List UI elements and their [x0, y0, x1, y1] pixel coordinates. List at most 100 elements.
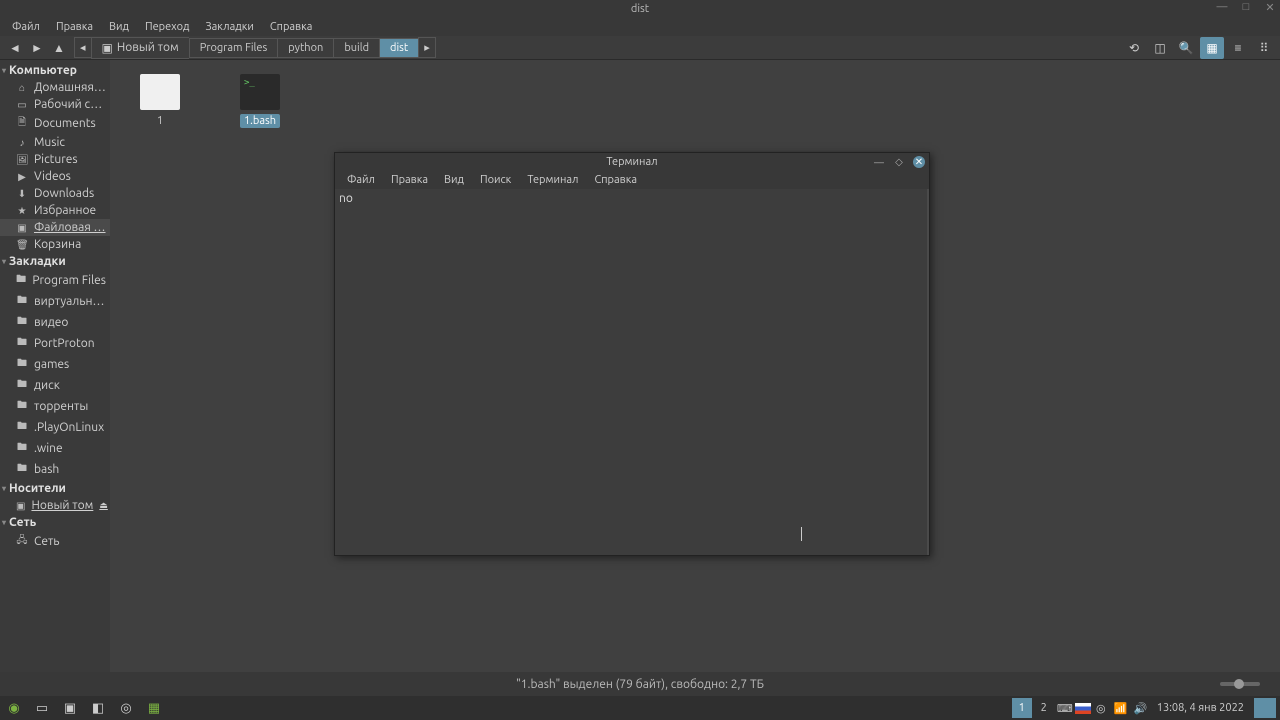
sidebar-item-games[interactable]: 🖿games: [0, 354, 110, 375]
sidebar-item-program-files[interactable]: 🖿Program Files: [0, 270, 110, 291]
sidebar-item-volume[interactable]: ▣Новый том⏏: [0, 497, 110, 514]
sidebar-item-home[interactable]: ⌂Домашняя…: [0, 79, 110, 96]
sidebar-item-videos[interactable]: ▶Videos: [0, 168, 110, 185]
crumb-1[interactable]: Program Files: [189, 38, 278, 58]
nav-up-button[interactable]: ▲: [48, 38, 70, 58]
tray-keyboard-icon[interactable]: ⌨: [1055, 696, 1075, 720]
terminal-menu-help[interactable]: Справка: [587, 173, 646, 187]
terminal-menu-edit[interactable]: Правка: [383, 173, 436, 187]
terminal-menu-search[interactable]: Поиск: [472, 173, 519, 187]
tray-volume-icon[interactable]: 🔊: [1131, 696, 1151, 720]
terminal-menu-file[interactable]: Файл: [339, 173, 383, 187]
sidebar-item-video[interactable]: 🖿видео: [0, 312, 110, 333]
sidebar-item-torrents[interactable]: 🖿торренты: [0, 396, 110, 417]
file-item[interactable]: 1: [130, 74, 190, 128]
text-file-icon: [140, 74, 180, 110]
statusbar: "1.bash" выделен (79 байт), свободно: 2,…: [0, 672, 1280, 696]
sidebar-section-media[interactable]: ▾Носители: [0, 480, 110, 497]
menu-edit[interactable]: Правка: [48, 19, 101, 35]
tray-flag-icon[interactable]: [1075, 703, 1091, 714]
menu-view[interactable]: Вид: [101, 19, 137, 35]
terminal-menu-terminal[interactable]: Терминал: [519, 173, 586, 187]
sidebar-item-filesystem[interactable]: ▣Файловая …: [0, 219, 110, 236]
terminal-close-button[interactable]: ✕: [913, 156, 925, 168]
terminal-minimize-button[interactable]: —: [873, 156, 885, 168]
crumb-2[interactable]: python: [277, 38, 333, 58]
crumb-root[interactable]: ▣ Новый том: [91, 37, 189, 59]
show-desktop-button[interactable]: [1254, 698, 1276, 718]
compact-view-icon[interactable]: ⠿: [1252, 37, 1276, 59]
sidebar-item-pictures[interactable]: 🖼Pictures: [0, 151, 110, 168]
folder-icon: 🖿: [16, 440, 28, 457]
folder-icon: 🖿: [16, 293, 28, 310]
sidebar-section-network[interactable]: ▾Сеть: [0, 514, 110, 531]
sidebar-item-desktop[interactable]: ▭Рабочий с…: [0, 96, 110, 113]
taskbar-clock[interactable]: 13:08, 4 янв 2022: [1151, 702, 1250, 714]
sidebar-item-network[interactable]: 🖧Сеть: [0, 531, 110, 552]
minimize-button[interactable]: —: [1216, 1, 1228, 13]
toolbar: ◄ ► ▲ ◂ ▣ Новый том Program Files python…: [0, 36, 1280, 60]
home-icon: ⌂: [16, 82, 28, 94]
terminal-menubar: Файл Правка Вид Поиск Терминал Справка: [335, 171, 929, 189]
folder-icon: 🖿: [16, 356, 28, 373]
terminal-title: Терминал: [606, 156, 657, 168]
crumb-next[interactable]: ▸: [418, 37, 436, 58]
status-text: "1.bash" выделен (79 байт), свободно: 2,…: [516, 678, 764, 691]
search-icon[interactable]: 🔍: [1174, 37, 1198, 59]
menu-file[interactable]: Файл: [4, 19, 48, 35]
sidebar-section-bookmarks[interactable]: ▾Закладки: [0, 253, 110, 270]
file-item-selected[interactable]: 1.bash: [230, 74, 290, 128]
terminal-maximize-button[interactable]: ◇: [893, 156, 905, 168]
menu-go[interactable]: Переход: [137, 19, 197, 35]
terminal-window[interactable]: Терминал — ◇ ✕ Файл Правка Вид Поиск Тер…: [334, 152, 930, 556]
file-label: 1: [153, 114, 167, 128]
sidebar-item-bash[interactable]: 🖿bash: [0, 459, 110, 480]
sidebar-item-disk[interactable]: 🖿диск: [0, 375, 110, 396]
taskbar-app-terminal[interactable]: ▣: [56, 696, 84, 720]
taskbar-app-files[interactable]: ▭: [28, 696, 56, 720]
menu-bookmarks[interactable]: Закладки: [197, 19, 261, 35]
terminal-body[interactable]: no: [335, 189, 929, 555]
sidebar-item-virtual[interactable]: 🖿виртуальн…: [0, 291, 110, 312]
crumb-3[interactable]: build: [333, 38, 379, 58]
sidebar-item-downloads[interactable]: ⬇Downloads: [0, 185, 110, 202]
sidebar-section-computer[interactable]: ▾Компьютер: [0, 62, 110, 79]
nav-back-button[interactable]: ◄: [4, 38, 26, 58]
sidebar-item-wine[interactable]: 🖿.wine: [0, 438, 110, 459]
maximize-button[interactable]: □: [1240, 1, 1252, 13]
start-menu-button[interactable]: ◉: [0, 696, 28, 720]
taskbar-app-pycharm[interactable]: ▦: [140, 696, 168, 720]
workspace-2[interactable]: 2: [1034, 698, 1054, 718]
crumb-current[interactable]: dist: [379, 38, 418, 58]
disk-icon: ▣: [16, 500, 25, 512]
list-view-icon[interactable]: ≡: [1226, 37, 1250, 59]
network-icon: 🖧: [16, 533, 28, 550]
tray-network-icon[interactable]: 📶: [1111, 696, 1131, 720]
taskbar-app-obs[interactable]: ◎: [112, 696, 140, 720]
taskbar-app-3[interactable]: ◧: [84, 696, 112, 720]
trash-icon: 🗑: [16, 239, 28, 251]
grid-view-icon[interactable]: ▦: [1200, 37, 1224, 59]
sidebar-item-documents[interactable]: 🗎Documents: [0, 113, 110, 134]
folder-icon: 🖿: [16, 272, 26, 289]
workspace-1[interactable]: 1: [1012, 698, 1032, 718]
taskbar: ◉ ▭ ▣ ◧ ◎ ▦ 1 2 ⌨ ◎ 📶 🔊 13:08, 4 янв 202…: [0, 696, 1280, 720]
menu-help[interactable]: Справка: [262, 19, 321, 35]
nav-forward-button[interactable]: ►: [26, 38, 48, 58]
sidebar-item-trash[interactable]: 🗑Корзина: [0, 236, 110, 253]
terminal-output: no: [339, 192, 353, 205]
folder-icon: 🖿: [16, 398, 28, 415]
terminal-titlebar[interactable]: Терминал — ◇ ✕: [335, 153, 929, 171]
tray-obs-icon[interactable]: ◎: [1091, 696, 1111, 720]
restore-icon[interactable]: ⟲: [1122, 37, 1146, 59]
zoom-slider[interactable]: [1220, 682, 1260, 686]
toggle-panel-icon[interactable]: ◫: [1148, 37, 1172, 59]
sidebar-item-portproton[interactable]: 🖿PortProton: [0, 333, 110, 354]
sidebar-item-favorites[interactable]: ★Избранное: [0, 202, 110, 219]
terminal-menu-view[interactable]: Вид: [436, 173, 472, 187]
crumb-prev[interactable]: ◂: [74, 37, 91, 58]
sidebar-item-music[interactable]: ♪Music: [0, 134, 110, 151]
eject-icon[interactable]: ⏏: [99, 500, 108, 511]
sidebar-item-playonlinux[interactable]: 🖿.PlayOnLinux: [0, 417, 110, 438]
close-button[interactable]: ✕: [1264, 1, 1276, 13]
